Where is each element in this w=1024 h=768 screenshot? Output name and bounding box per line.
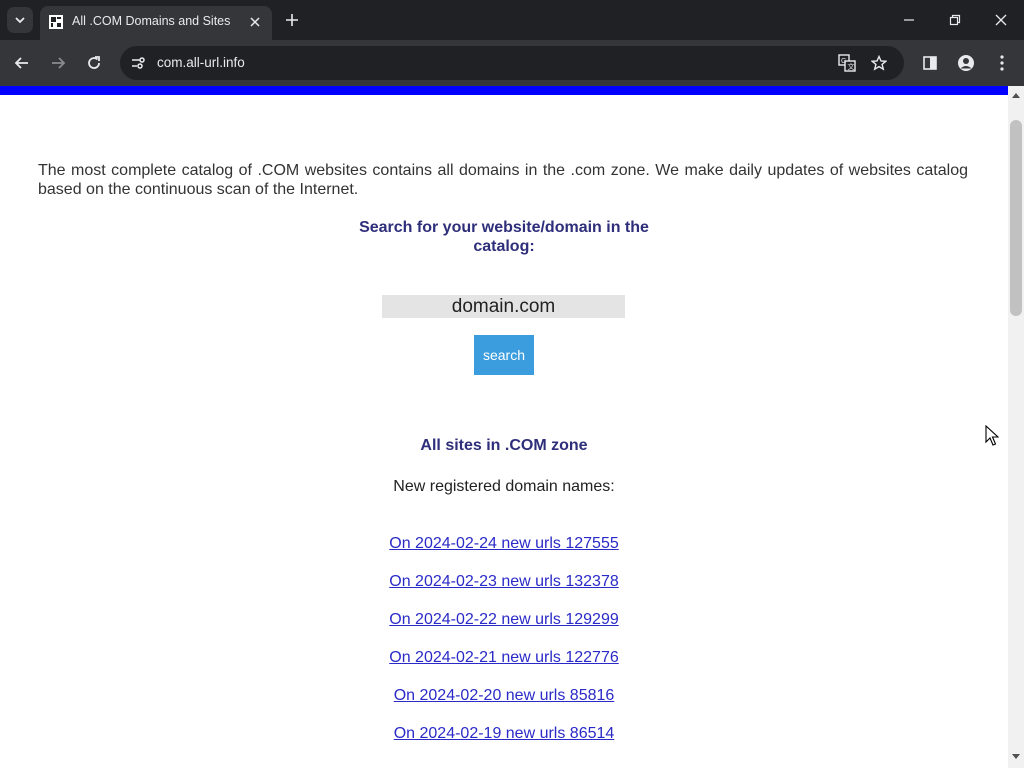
daily-link[interactable]: On 2024-02-20 new urls 85816 [394,687,615,704]
page-scrollbar[interactable] [1008,86,1024,768]
tab-search-icon [15,17,25,24]
url-text: com.all-url.info [157,55,245,70]
search-button[interactable]: search [474,335,534,375]
address-bar[interactable]: com.all-url.info G文 [120,46,904,80]
chevron-up-icon [1012,93,1020,98]
zone-heading: All sites in .COM zone [420,437,588,454]
list-item: On 2024-02-19 new urls 86514 [0,725,1008,763]
translate-icon: G文 [838,54,856,72]
list-item: On 2024-02-23 new urls 132378 [0,573,1008,611]
reload-icon [88,56,100,69]
list-item: On 2024-02-20 new urls 85816 [0,687,1008,725]
minimize-icon [904,19,914,21]
new-tab-button[interactable] [282,10,302,30]
site-info-icon [132,57,145,69]
new-registered-label: New registered domain names: [393,478,615,495]
daily-link[interactable]: On 2024-02-19 new urls 86514 [394,725,615,742]
daily-link[interactable]: On 2024-02-23 new urls 132378 [389,573,619,590]
close-tab-button[interactable] [246,13,264,31]
tab-title: All .COM Domains and Sites [72,14,231,28]
tab-search-button[interactable] [7,7,33,33]
reload-button[interactable] [80,49,108,77]
domain-search-input[interactable] [382,295,625,318]
intro-text: The most complete catalog of .COM websit… [38,162,968,198]
daily-link[interactable]: On 2024-02-22 new urls 129299 [389,611,619,628]
scroll-up-button[interactable] [1008,88,1024,102]
page-viewport: The most complete catalog of .COM websit… [0,86,1008,768]
forward-button[interactable] [44,49,72,77]
plus-icon [286,14,298,26]
minimize-button[interactable] [886,0,932,40]
site-info-button[interactable] [126,51,150,75]
active-tab[interactable]: All .COM Domains and Sites [40,6,272,40]
kebab-menu-icon [1000,55,1004,71]
list-item: On 2024-02-22 new urls 129299 [0,611,1008,649]
svg-text:文: 文 [848,62,855,71]
scroll-down-button[interactable] [1008,750,1024,764]
tab-strip: All .COM Domains and Sites [0,0,1024,40]
mouse-cursor-icon [985,425,999,446]
profile-icon [958,55,974,71]
close-window-button[interactable] [978,0,1024,40]
side-panel-icon [923,56,937,70]
star-icon [871,55,887,71]
svg-text:G: G [841,58,846,65]
daily-link[interactable]: On 2024-02-21 new urls 122776 [389,649,619,666]
daily-link[interactable]: On 2024-02-24 new urls 127555 [389,535,619,552]
restore-button[interactable] [932,0,978,40]
top-stripe [0,86,1008,95]
profile-button[interactable] [952,49,980,77]
scroll-thumb[interactable] [1010,120,1022,316]
back-button[interactable] [8,49,36,77]
side-panel-button[interactable] [916,49,944,77]
browser-menu-button[interactable] [988,49,1016,77]
daily-links-list: On 2024-02-24 new urls 127555 On 2024-02… [0,535,1008,763]
chevron-down-icon [1012,754,1020,759]
favicon-icon [49,15,63,29]
close-icon [995,14,1007,26]
forward-arrow-icon [52,57,66,69]
search-heading: Search for your website/domain in the ca… [359,219,649,255]
restore-icon [949,14,961,26]
close-icon [250,17,260,27]
browser-toolbar: com.all-url.info G文 [0,40,1024,86]
back-arrow-icon [14,57,28,69]
translate-button[interactable]: G文 [836,52,858,74]
bookmark-button[interactable] [868,52,890,74]
list-item: On 2024-02-21 new urls 122776 [0,649,1008,687]
list-item: On 2024-02-24 new urls 127555 [0,535,1008,573]
